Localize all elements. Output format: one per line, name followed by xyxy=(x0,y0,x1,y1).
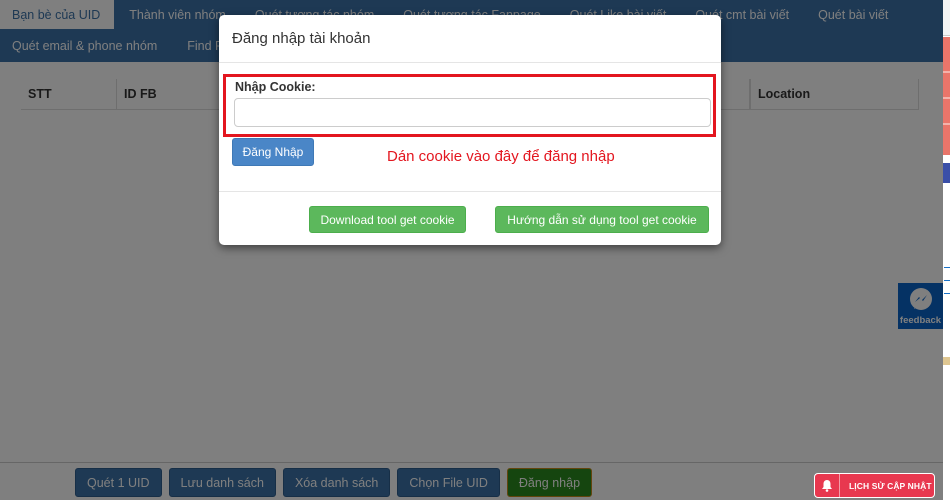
cookie-highlight-box: Nhập Cookie: xyxy=(223,74,716,137)
cookie-input[interactable] xyxy=(234,98,711,127)
cookie-hint-annotation: Dán cookie vào đây để đăng nhập xyxy=(387,148,615,165)
modal-footer: Download tool get cookie Hướng dẫn sử dụ… xyxy=(219,191,721,245)
cookie-tool-guide-button[interactable]: Hướng dẫn sử dụng tool get cookie xyxy=(495,206,709,233)
right-edge-panel xyxy=(943,0,950,500)
modal-login-button[interactable]: Đăng Nhập xyxy=(232,138,314,166)
login-modal: Đăng nhập tài khoản Nhập Cookie: Đăng Nh… xyxy=(219,15,721,245)
cookie-label: Nhập Cookie: xyxy=(235,80,316,94)
modal-title: Đăng nhập tài khoản xyxy=(219,15,721,63)
update-history-label: LỊCH SỬ CẬP NHẬT xyxy=(849,480,932,491)
update-history-button[interactable]: LỊCH SỬ CẬP NHẬT xyxy=(814,473,935,498)
bell-icon xyxy=(815,474,840,497)
download-cookie-tool-button[interactable]: Download tool get cookie xyxy=(309,206,466,233)
